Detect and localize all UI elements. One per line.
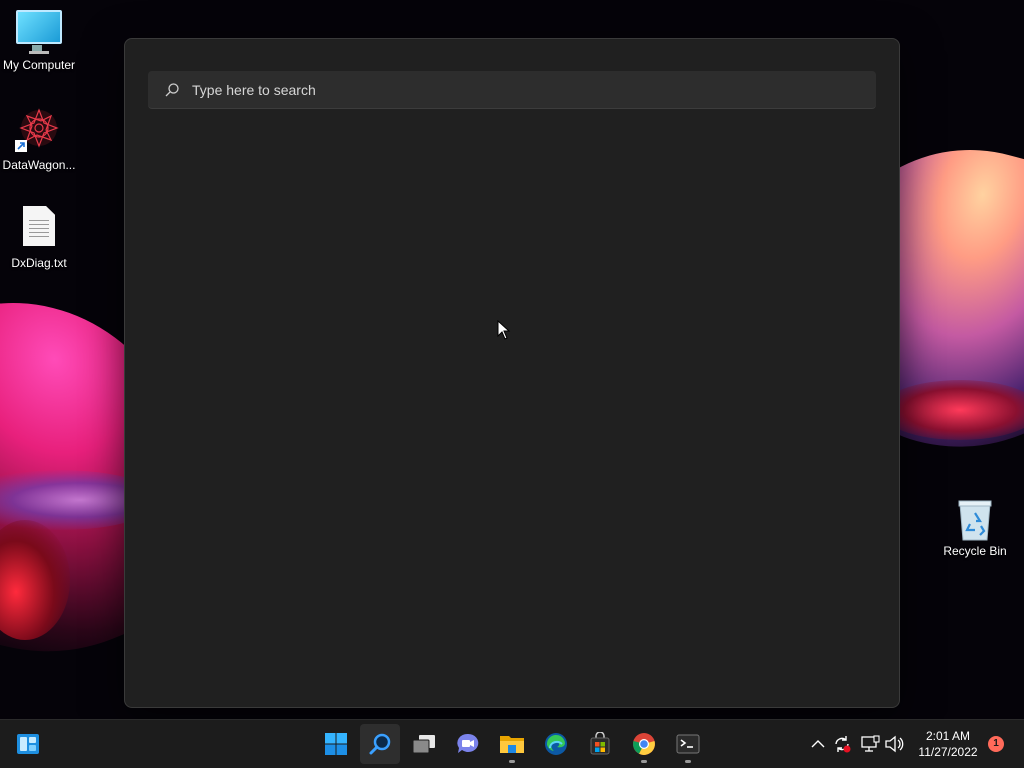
widgets-button[interactable] — [8, 724, 48, 764]
volume-button[interactable] — [884, 734, 904, 754]
recycle-bin-icon — [957, 500, 993, 541]
chrome-button[interactable] — [624, 724, 664, 764]
clock-button[interactable]: 2:01 AM 11/27/2022 — [910, 728, 986, 760]
search-icon — [369, 733, 391, 755]
file-explorer-button[interactable] — [492, 724, 532, 764]
show-hidden-icons-button[interactable] — [808, 734, 828, 754]
desktop-icon-label: DataWagon... — [2, 158, 76, 172]
running-indicator — [641, 760, 647, 763]
chat-button[interactable] — [448, 724, 488, 764]
desktop-icon-my-computer[interactable]: My Computer — [0, 10, 79, 72]
chrome-icon — [633, 733, 655, 755]
windows-logo-icon — [325, 733, 347, 755]
store-icon — [590, 732, 610, 755]
edge-icon — [545, 733, 567, 755]
widgets-icon — [17, 734, 39, 754]
desktop-icon-datawagon[interactable]: DataWagon... — [0, 106, 79, 172]
search-box[interactable] — [148, 71, 876, 109]
start-button[interactable] — [316, 724, 356, 764]
datawagon-icon — [15, 106, 63, 154]
chevron-up-icon — [811, 740, 825, 748]
mouse-cursor-icon — [497, 320, 511, 340]
running-indicator — [509, 760, 515, 763]
network-icon — [861, 735, 880, 752]
desktop-icon-label: Recycle Bin — [943, 544, 1007, 558]
search-taskbar-button[interactable] — [360, 724, 400, 764]
sync-icon — [835, 736, 851, 753]
notification-badge[interactable]: 1 — [988, 736, 1004, 752]
search-icon — [165, 82, 179, 96]
text-file-icon — [23, 206, 55, 246]
task-view-icon — [412, 735, 435, 754]
clock-time: 2:01 AM — [925, 729, 971, 743]
taskbar: 2:01 AM 11/27/2022 1 — [0, 719, 1024, 768]
monitor-icon — [0, 10, 79, 54]
terminal-icon — [676, 734, 700, 754]
speaker-icon — [885, 735, 904, 753]
desktop-icon-label: My Computer — [2, 58, 76, 72]
search-panel — [124, 38, 900, 708]
sync-status-button[interactable] — [832, 734, 852, 754]
search-input[interactable] — [190, 80, 876, 99]
running-indicator — [685, 760, 691, 763]
desktop-icon-dxdiag[interactable]: DxDiag.txt — [0, 206, 79, 270]
desktop-icon-label: DxDiag.txt — [11, 256, 67, 270]
task-view-button[interactable] — [404, 724, 444, 764]
store-button[interactable] — [580, 724, 620, 764]
clock-date: 11/27/2022 — [918, 745, 978, 759]
edge-button[interactable] — [536, 724, 576, 764]
terminal-button[interactable] — [668, 724, 708, 764]
network-button[interactable] — [860, 734, 880, 754]
desktop-icon-recycle-bin[interactable]: Recycle Bin — [935, 500, 1015, 558]
teams-chat-icon — [457, 733, 479, 753]
folder-icon — [500, 736, 524, 753]
